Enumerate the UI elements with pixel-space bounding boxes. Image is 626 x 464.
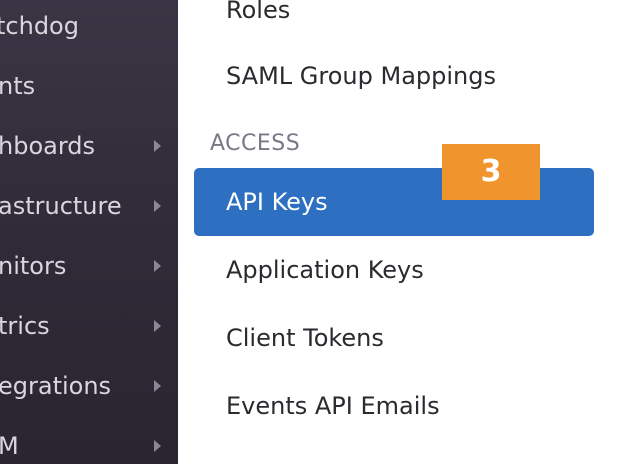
nav-item-metrics[interactable]: trics [0,306,178,346]
left-nav: tchdog nts hboards astructure nitors tri… [0,0,178,464]
nav-item-label: egrations [0,372,112,400]
menu-item-events-api-emails[interactable]: Events API Emails [226,386,440,426]
section-heading-access: ACCESS [210,131,301,156]
chevron-right-icon [154,140,161,152]
chevron-right-icon [154,440,161,452]
nav-item-monitors[interactable]: nitors [0,246,178,286]
settings-menu: Roles SAML Group Mappings ACCESS API Key… [178,0,626,464]
nav-item-watchdog[interactable]: tchdog [0,6,178,46]
menu-item-client-tokens[interactable]: Client Tokens [226,318,384,358]
nav-item-label: astructure [0,192,122,220]
nav-item-label: nts [0,72,36,100]
nav-item-label: M [0,432,19,460]
nav-item-label: tchdog [0,12,79,40]
nav-item-events[interactable]: nts [0,66,178,106]
nav-item-infrastructure[interactable]: astructure [0,186,178,226]
menu-item-label: API Keys [226,188,328,216]
nav-item-dashboards[interactable]: hboards [0,126,178,166]
step-badge: 3 [442,144,540,200]
chevron-right-icon [154,200,161,212]
nav-item-integrations[interactable]: egrations [0,366,178,406]
menu-item-application-keys[interactable]: Application Keys [226,250,424,290]
nav-item-apm[interactable]: M [0,426,178,464]
nav-item-label: nitors [0,252,67,280]
chevron-right-icon [154,320,161,332]
chevron-right-icon [154,260,161,272]
nav-item-label: trics [0,312,50,340]
menu-item-saml-group-mappings[interactable]: SAML Group Mappings [226,56,496,96]
menu-item-roles[interactable]: Roles [226,0,290,30]
chevron-right-icon [154,380,161,392]
nav-item-label: hboards [0,132,96,160]
